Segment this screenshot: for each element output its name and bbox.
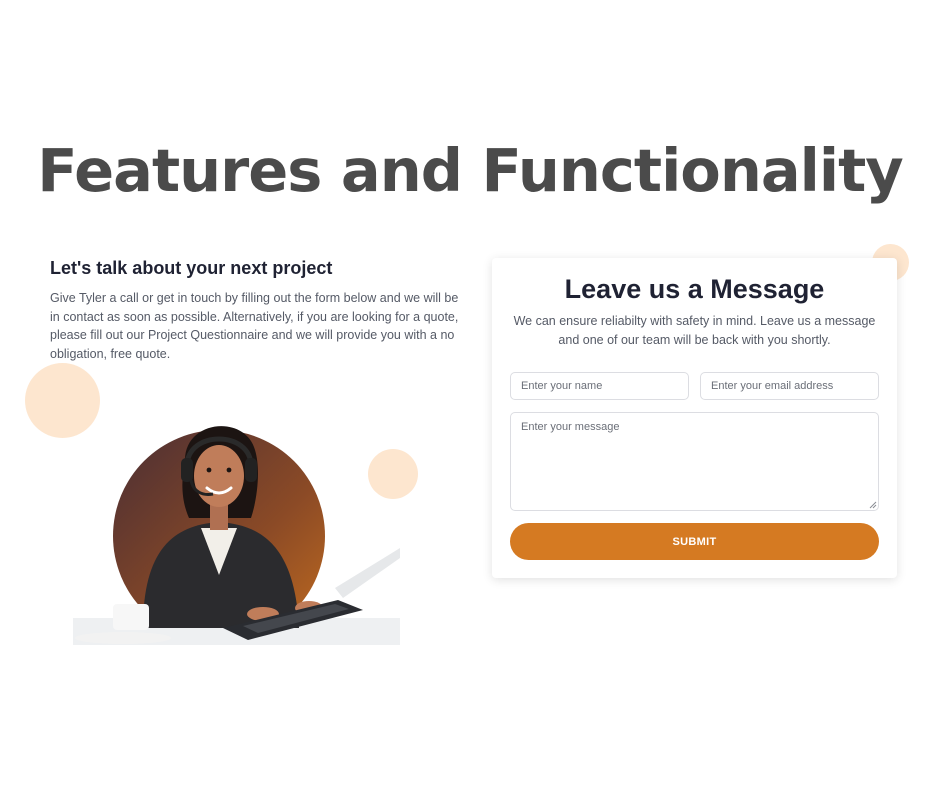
page-title: Features and Functionality [37,136,904,205]
message-input[interactable] [510,412,879,511]
form-title: Leave us a Message [564,274,825,304]
headset-ear-left [181,458,193,482]
resize-grip-icon[interactable] [869,501,877,509]
saucer [75,632,171,644]
contact-form-card: Leave us a Message We can ensure reliabi… [492,258,897,578]
left-heading: Let's talk about your next project [50,258,333,278]
submit-button[interactable]: SUBMIT [510,523,879,560]
form-subtitle: We can ensure reliabilty with safety in … [513,314,876,347]
support-agent-illustration [73,400,400,645]
laptop-screen [335,548,400,598]
headset-ear-right [245,458,257,482]
left-description: Give Tyler a call or get in touch by fil… [50,291,459,361]
face [194,445,244,507]
name-input[interactable] [510,372,689,400]
eye-left [206,467,212,473]
coffee-cup [113,604,149,630]
email-input[interactable] [700,372,879,400]
eye-right [226,467,232,473]
